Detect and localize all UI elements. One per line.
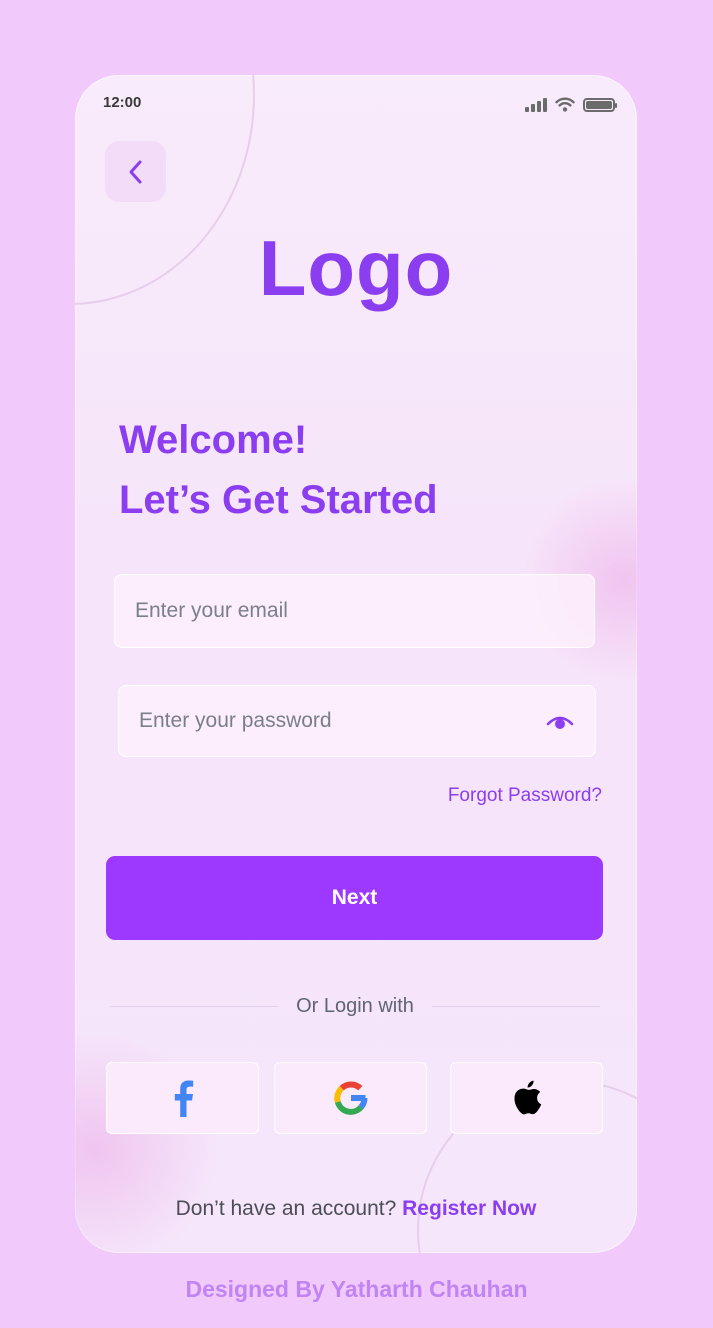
email-input[interactable] [135, 599, 574, 623]
facebook-login-button[interactable] [106, 1062, 259, 1134]
apple-login-button[interactable] [450, 1062, 603, 1134]
password-input[interactable] [139, 709, 545, 733]
welcome-heading: Welcome! Let’s Get Started [119, 410, 438, 530]
battery-icon [583, 97, 617, 112]
eye-icon [546, 716, 574, 729]
chevron-left-icon [129, 160, 141, 183]
show-password-toggle[interactable] [545, 710, 575, 732]
register-prompt: Don’t have an account? Register Now [75, 1197, 637, 1221]
next-button[interactable]: Next [106, 856, 603, 940]
register-now-link[interactable]: Register Now [402, 1197, 536, 1220]
wifi-icon [555, 97, 575, 112]
designer-credit: Designed By Yatharth Chauhan [185, 1276, 528, 1302]
signal-icon [525, 97, 547, 112]
apple-icon [514, 1080, 541, 1115]
back-button[interactable] [105, 141, 166, 202]
email-field-container [114, 574, 595, 648]
divider-text: Or Login with [296, 995, 414, 1017]
password-field-container [118, 685, 596, 757]
status-icons [525, 97, 617, 112]
divider-line-right [431, 1006, 600, 1007]
welcome-line-1: Welcome! [119, 418, 308, 462]
phone-screen: 12:00 Logo Welcome! Let’s Get Started En… [75, 75, 637, 1253]
welcome-line-2: Let’s Get Started [119, 478, 438, 522]
app-logo: Logo [258, 224, 454, 312]
forgot-password-link[interactable]: Forgot Password? [448, 785, 602, 807]
social-divider: Or Login with [110, 995, 600, 1018]
google-login-button[interactable] [274, 1062, 427, 1134]
divider-line-left [110, 1006, 279, 1007]
google-icon [333, 1081, 367, 1115]
status-time: 12:00 [103, 94, 142, 111]
register-prompt-text: Don’t have an account? [175, 1197, 397, 1220]
facebook-icon [174, 1080, 193, 1117]
